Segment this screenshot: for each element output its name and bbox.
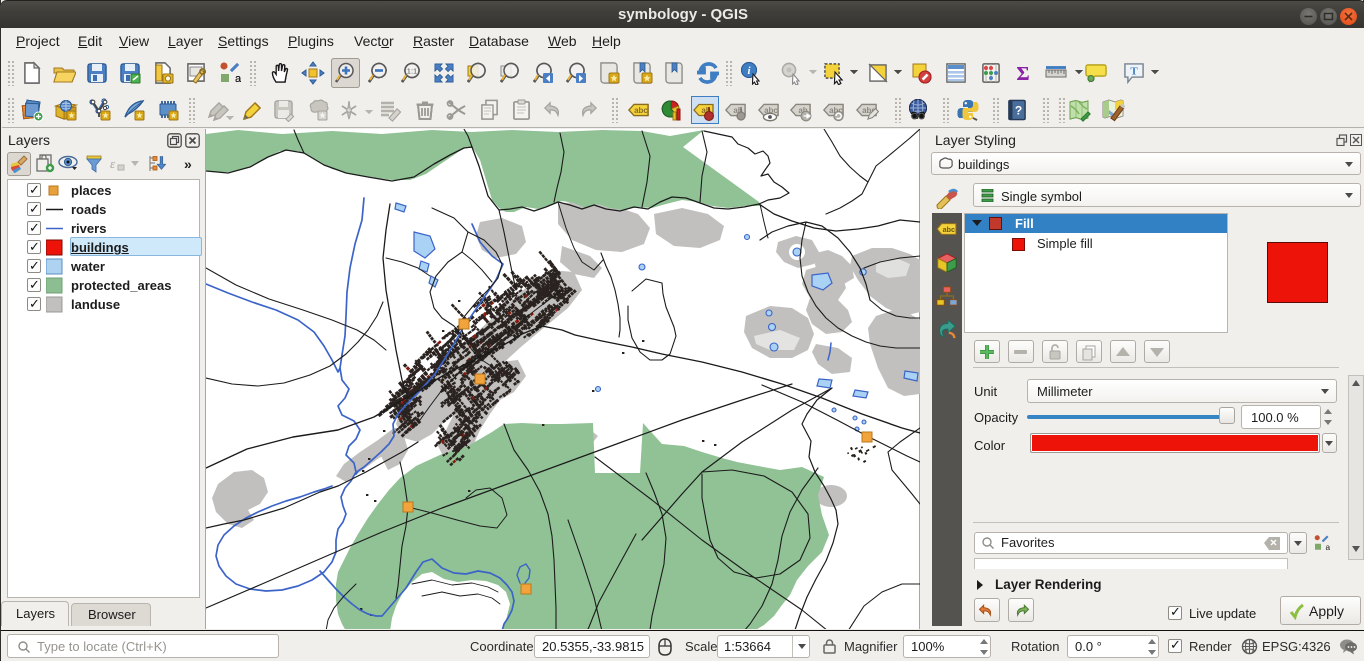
svg-text:1:1: 1:1 (407, 67, 417, 76)
svg-text:T: T (1130, 66, 1138, 78)
svg-text:a: a (235, 73, 241, 85)
svg-text:ε: ε (110, 156, 116, 171)
svg-text:Σ: Σ (1016, 63, 1029, 85)
svg-text:abc: abc (634, 106, 648, 115)
svg-text:?: ? (1015, 104, 1022, 118)
svg-text:abc: abc (943, 225, 955, 234)
svg-text:a: a (1326, 543, 1331, 552)
